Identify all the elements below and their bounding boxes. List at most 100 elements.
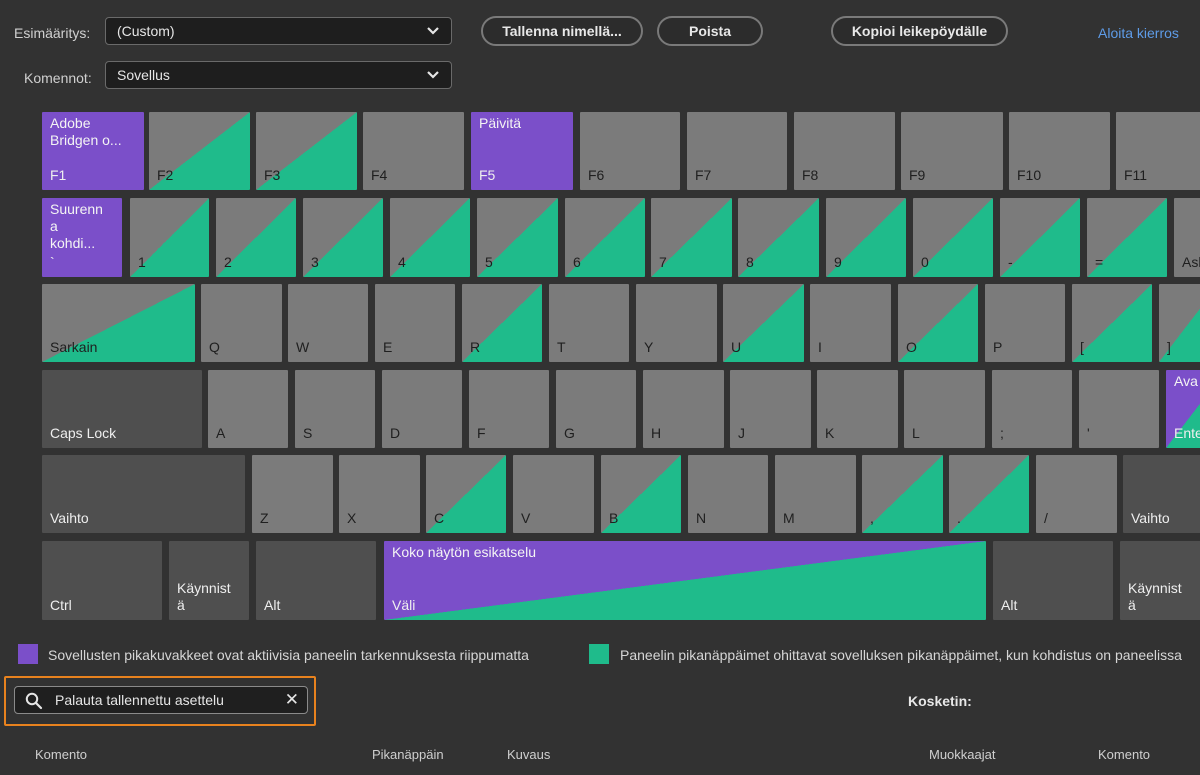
key-label: X (347, 510, 357, 526)
key--[interactable]: [ (1072, 284, 1152, 362)
key-label: R (470, 339, 481, 355)
key-vaihto[interactable]: Vaihto (1123, 455, 1200, 533)
key-käynnist-ä[interactable]: Käynnist ä (169, 541, 249, 620)
key-c[interactable]: C (426, 455, 506, 533)
key-alt[interactable]: Alt (256, 541, 376, 620)
key-z[interactable]: Z (252, 455, 333, 533)
key-enter[interactable]: Ava Enter (1166, 370, 1200, 448)
start-tour-link[interactable]: Aloita kierros (1098, 25, 1179, 41)
key-label: Y (644, 339, 654, 355)
key-s[interactable]: S (295, 370, 375, 448)
key--[interactable]: Suurenn a kohdi... ` (42, 198, 122, 277)
key-n[interactable]: N (688, 455, 768, 533)
key-caps-lock[interactable]: Caps Lock (42, 370, 202, 448)
key--[interactable]: ] (1159, 284, 1200, 362)
key-f7[interactable]: F7 (687, 112, 787, 190)
key-q[interactable]: Q (201, 284, 282, 362)
key-h[interactable]: H (643, 370, 724, 448)
key--[interactable]: , (862, 455, 943, 533)
key-f4[interactable]: F4 (363, 112, 464, 190)
column-header-command-right: Komento (1098, 747, 1151, 762)
key-2[interactable]: 2 (216, 198, 296, 277)
key-label: 2 (224, 254, 232, 270)
key-l[interactable]: L (904, 370, 985, 448)
delete-button[interactable]: Poista (657, 16, 763, 46)
key-u[interactable]: U (723, 284, 804, 362)
copy-to-clipboard-button[interactable]: Kopioi leikepöydälle (831, 16, 1008, 46)
key-b[interactable]: B (601, 455, 681, 533)
key-f10[interactable]: F10 (1009, 112, 1110, 190)
key-1[interactable]: 1 (130, 198, 209, 277)
key-8[interactable]: 8 (738, 198, 819, 277)
key--[interactable]: . (949, 455, 1029, 533)
key-f3[interactable]: F3 (256, 112, 357, 190)
commands-label: Komennot: (24, 70, 92, 86)
key-o[interactable]: O (898, 284, 978, 362)
legend-app-text: Sovellusten pikakuvakkeet ovat aktiivisi… (48, 647, 529, 663)
key-label: W (296, 339, 310, 355)
key-väli[interactable]: Koko näytön esikatselu Väli (384, 541, 986, 620)
key-f[interactable]: F (469, 370, 549, 448)
key-label: N (696, 510, 707, 526)
key-label: = (1095, 254, 1104, 270)
key-y[interactable]: Y (636, 284, 717, 362)
key-4[interactable]: 4 (390, 198, 470, 277)
key-f1[interactable]: Adobe Bridgen o... F1 (42, 112, 144, 190)
key-label: F7 (695, 167, 712, 183)
save-as-button[interactable]: Tallenna nimellä... (481, 16, 643, 46)
key-label: 8 (746, 254, 754, 270)
key-d[interactable]: D (382, 370, 462, 448)
key-f8[interactable]: F8 (794, 112, 895, 190)
key-a[interactable]: A (208, 370, 288, 448)
key-m[interactable]: M (775, 455, 856, 533)
key-f6[interactable]: F6 (580, 112, 680, 190)
key-alt[interactable]: Alt (993, 541, 1113, 620)
key-5[interactable]: 5 (477, 198, 558, 277)
key-j[interactable]: J (730, 370, 811, 448)
key--[interactable]: ; (992, 370, 1072, 448)
key-g[interactable]: G (556, 370, 636, 448)
key-x[interactable]: X (339, 455, 420, 533)
key-label: U (731, 339, 742, 355)
key-e[interactable]: E (375, 284, 455, 362)
preset-dropdown[interactable]: (Custom) (105, 17, 452, 45)
key-f5[interactable]: Päivitä F5 (471, 112, 573, 190)
key-v[interactable]: V (513, 455, 594, 533)
key-label: Enter (1174, 425, 1200, 441)
key-r[interactable]: R (462, 284, 542, 362)
key-label: K (825, 425, 835, 441)
key--[interactable]: / (1036, 455, 1117, 533)
key--[interactable]: = (1087, 198, 1167, 277)
key-7[interactable]: 7 (651, 198, 732, 277)
key-label: F9 (909, 167, 926, 183)
search-input[interactable]: Palauta tallennettu asettelu ✕ (14, 686, 308, 714)
key-label: 3 (311, 254, 319, 270)
key-label: Ctrl (50, 597, 72, 613)
key-label: A (216, 425, 226, 441)
key-f11[interactable]: F11 (1116, 112, 1200, 190)
search-icon (25, 692, 43, 710)
key-sarkain[interactable]: Sarkain (42, 284, 195, 362)
key--[interactable]: - (1000, 198, 1080, 277)
key-vaihto[interactable]: Vaihto (42, 455, 245, 533)
key-6[interactable]: 6 (565, 198, 645, 277)
app-shortcut-swatch (18, 644, 38, 664)
key-command-label: Suurenn a kohdi... (50, 201, 103, 251)
key-0[interactable]: 0 (913, 198, 993, 277)
key--[interactable]: ' (1079, 370, 1159, 448)
key-i[interactable]: I (810, 284, 891, 362)
key-f9[interactable]: F9 (901, 112, 1003, 190)
key-käynnist-ä[interactable]: Käynnist ä (1120, 541, 1200, 620)
key-9[interactable]: 9 (826, 198, 906, 277)
key-f2[interactable]: F2 (149, 112, 250, 190)
key-w[interactable]: W (288, 284, 368, 362)
commands-dropdown[interactable]: Sovellus (105, 61, 452, 89)
key-k[interactable]: K (817, 370, 898, 448)
key-p[interactable]: P (985, 284, 1065, 362)
key-3[interactable]: 3 (303, 198, 383, 277)
key-t[interactable]: T (549, 284, 629, 362)
key-label: F10 (1017, 167, 1042, 183)
key-ctrl[interactable]: Ctrl (42, 541, 162, 620)
key-askelpalautin[interactable]: Askelpalautin (1174, 198, 1200, 277)
close-icon[interactable]: ✕ (285, 690, 299, 710)
